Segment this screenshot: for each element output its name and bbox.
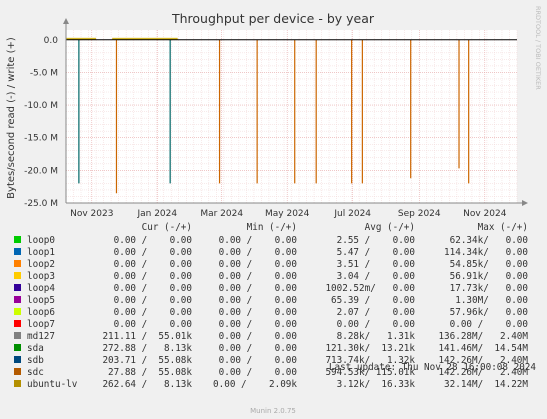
last-update: Last update: Thu Nov 28 16:00:08 2024 — [329, 362, 536, 373]
legend-row-avg: 2.07 / 0.00 — [337, 307, 415, 318]
legend-header-avg: Avg (-/+) — [365, 222, 415, 233]
legend-row-name: loop3 — [27, 271, 55, 282]
legend-row-min: 0.00 / 0.00 — [219, 319, 297, 330]
y-axis-label: Bytes/second read (-) / write (+) — [6, 37, 17, 199]
legend-row-avg: 1002.52m/ 0.00 — [325, 283, 415, 294]
y-tick-label: 0.0 — [44, 36, 59, 46]
legend-row-max: 136.28M/ 2.40M — [438, 331, 528, 342]
y-tick-label: -25.0 M — [24, 199, 58, 209]
legend-row-cur: 203.71 / 55.08k — [102, 355, 192, 366]
legend-row-max: 141.46M/ 14.54M — [438, 343, 528, 354]
legend-row-name: loop0 — [27, 235, 55, 246]
legend-row-cur: 272.88 / 8.13k — [102, 343, 192, 354]
legend-row-cur: 0.00 / 0.00 — [114, 283, 192, 294]
legend-swatch — [14, 236, 21, 243]
legend-header-max: Max (-/+) — [478, 222, 528, 233]
footer-version: Munin 2.0.75 — [250, 407, 296, 415]
legend-row-avg: 121.30k/ 13.21k — [325, 343, 415, 354]
legend-row-min: 0.00 / 0.00 — [219, 259, 297, 270]
legend-swatch — [14, 260, 21, 267]
legend-row-avg: 0.00 / 0.00 — [337, 319, 415, 330]
legend-row-min: 0.00 / 0.00 — [219, 271, 297, 282]
legend-header-cur: Cur (-/+) — [142, 222, 192, 233]
legend-row-name: loop2 — [27, 259, 55, 270]
legend-row-cur: 0.00 / 0.00 — [114, 295, 192, 306]
y-tick-label: -20.0 M — [24, 166, 58, 176]
legend-swatch — [14, 380, 21, 387]
x-tick-label: May 2024 — [265, 209, 310, 219]
legend-swatch — [14, 368, 21, 375]
legend-swatch — [14, 332, 21, 339]
legend-row-cur: 211.11 / 55.01k — [102, 331, 192, 342]
legend-row-min: 0.00 / 0.00 — [219, 235, 297, 246]
legend-row-name: sdc — [27, 367, 44, 378]
legend-row-cur: 0.00 / 0.00 — [114, 307, 192, 318]
legend-swatch — [14, 344, 21, 351]
legend-row-avg: 5.47 / 0.00 — [337, 247, 415, 258]
legend-row-max: 32.14M/ 14.22M — [444, 379, 528, 390]
x-tick-label: Sep 2024 — [398, 209, 441, 219]
legend-row-max: 0.00 / 0.00 — [450, 319, 528, 330]
legend-row-min: 0.00 / 0.00 — [219, 307, 297, 318]
legend-row-cur: 262.64 / 8.13k — [102, 379, 192, 390]
legend-row-name: md127 — [27, 331, 55, 342]
legend-row-avg: 2.55 / 0.00 — [337, 235, 415, 246]
legend-row-min: 0.00 / 0.00 — [219, 247, 297, 258]
y-tick-label: -5.0 M — [30, 68, 58, 78]
legend-row-cur: 27.88 / 55.08k — [108, 367, 192, 378]
x-axis-arrow — [522, 200, 528, 206]
legend-row-name: loop5 — [27, 295, 55, 306]
legend-swatch — [14, 356, 21, 363]
y-tick-label: -15.0 M — [24, 134, 58, 144]
legend-row-min: 0.00 / 2.09k — [213, 379, 297, 390]
legend-row-cur: 0.00 / 0.00 — [114, 235, 192, 246]
legend-row-cur: 0.00 / 0.00 — [114, 319, 192, 330]
legend-row-max: 1.30M/ 0.00 — [455, 295, 528, 306]
legend-swatch — [14, 272, 21, 279]
x-tick-label: Nov 2024 — [463, 209, 507, 219]
x-tick-label: Jan 2024 — [136, 209, 177, 219]
legend-row-max: 54.85k/ 0.00 — [450, 259, 528, 270]
rrdtool-watermark: RRDTOOL / TOBI OETIKER — [534, 6, 542, 90]
legend-row-name: loop7 — [27, 319, 55, 330]
legend-row-name: sda — [27, 343, 44, 354]
legend-row-max: 56.91k/ 0.00 — [450, 271, 528, 282]
legend-swatch — [14, 248, 21, 255]
legend-row-max: 57.96k/ 0.00 — [450, 307, 528, 318]
legend-row-min: 0.00 / 0.00 — [219, 343, 297, 354]
x-tick-label: Nov 2023 — [70, 209, 113, 219]
x-tick-label: Jul 2024 — [333, 209, 371, 219]
legend-row-name: ubuntu-lv — [27, 379, 78, 390]
legend-row-cur: 0.00 / 0.00 — [114, 259, 192, 270]
legend-row-min: 0.00 / 0.00 — [219, 355, 297, 366]
legend-row-min: 0.00 / 0.00 — [219, 283, 297, 294]
legend-row-cur: 0.00 / 0.00 — [114, 271, 192, 282]
y-tick-label: -10.0 M — [24, 101, 58, 111]
legend-row-name: loop1 — [27, 247, 55, 258]
legend-swatch — [14, 296, 21, 303]
legend-header-min: Min (-/+) — [247, 222, 297, 233]
legend-swatch — [14, 284, 21, 291]
legend-row-min: 0.00 / 0.00 — [219, 367, 297, 378]
chart-title: Throughput per device - by year — [171, 11, 375, 26]
legend-row-cur: 0.00 / 0.00 — [114, 247, 192, 258]
throughput-chart: Throughput per device - by year Bytes/se… — [6, 6, 542, 415]
legend-row-avg: 65.39 / 0.00 — [331, 295, 415, 306]
legend-row-max: 62.34k/ 0.00 — [450, 235, 528, 246]
legend-row-min: 0.00 / 0.00 — [219, 295, 297, 306]
legend-swatch — [14, 320, 21, 327]
legend-row-name: sdb — [27, 355, 44, 366]
legend-row-max: 17.73k/ 0.00 — [450, 283, 528, 294]
legend-row-name: loop4 — [27, 283, 55, 294]
legend-row-max: 114.34k/ 0.00 — [444, 247, 528, 258]
y-axis-arrow — [63, 18, 69, 24]
legend-row-avg: 3.04 / 0.00 — [337, 271, 415, 282]
legend-row-name: loop6 — [27, 307, 55, 318]
legend-row-avg: 8.28k/ 1.31k — [337, 331, 416, 342]
legend-swatch — [14, 308, 21, 315]
legend-row-avg: 3.12k/ 16.33k — [337, 379, 416, 390]
legend-row-avg: 3.51 / 0.00 — [337, 259, 415, 270]
legend-row-min: 0.00 / 0.00 — [219, 331, 297, 342]
x-tick-label: Mar 2024 — [200, 209, 243, 219]
